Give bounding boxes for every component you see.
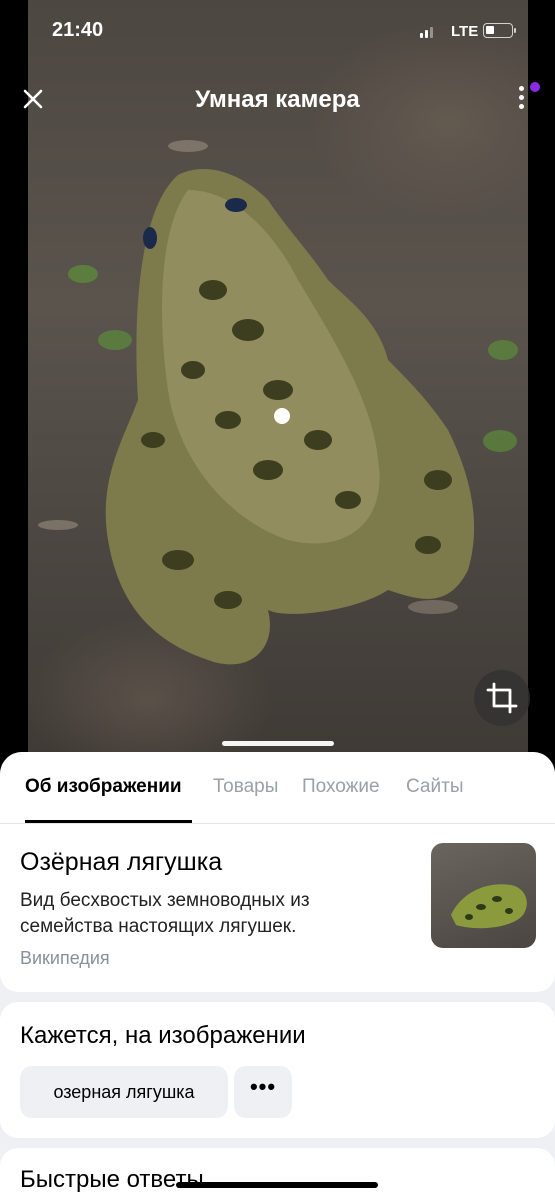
sheet-drag-handle[interactable] <box>222 741 334 746</box>
more-vertical-icon[interactable] <box>514 86 528 116</box>
result-title[interactable]: Озёрная лягушка <box>20 848 222 877</box>
result-description: Вид бесхвостых земноводных из семейства … <box>20 890 310 937</box>
detected-chip[interactable]: озерная лягушка <box>20 1066 228 1118</box>
about-card: Об изображении Товары Похожие Сайты Озёр… <box>0 752 555 992</box>
signal-icon <box>420 26 436 38</box>
detected-chip-label: озерная лягушка <box>53 1082 195 1102</box>
network-label: LTE <box>451 23 479 40</box>
detected-objects-card: Кажется, на изображении озерная лягушка … <box>0 1002 555 1138</box>
page-title: Умная камера <box>195 86 360 113</box>
tab-sites[interactable]: Сайты <box>406 776 463 798</box>
tab-about[interactable]: Об изображении <box>25 776 182 798</box>
more-chips-button[interactable]: ••• <box>234 1066 292 1118</box>
tab-products[interactable]: Товары <box>213 776 278 798</box>
result-source-link[interactable]: Википедия <box>20 948 110 969</box>
status-bar: 21:40 LTE <box>0 0 555 60</box>
focus-point[interactable] <box>274 408 290 424</box>
battery-icon <box>483 23 516 38</box>
crop-button[interactable] <box>474 670 530 726</box>
notification-dot <box>530 82 540 92</box>
divider <box>0 823 555 824</box>
quick-answers-title: Быстрые ответы <box>20 1166 204 1193</box>
camera-photo[interactable] <box>28 0 528 760</box>
detected-title: Кажется, на изображении <box>20 1022 306 1049</box>
more-horizontal-icon: ••• <box>249 1074 277 1099</box>
result-thumbnail[interactable] <box>431 843 536 948</box>
tab-similar[interactable]: Похожие <box>302 776 380 798</box>
results-sheet: Об изображении Товары Похожие Сайты Озёр… <box>0 752 555 1200</box>
tab-bar: Об изображении Товары Похожие Сайты <box>0 776 555 824</box>
crop-icon <box>486 682 518 714</box>
home-indicator <box>176 1182 378 1188</box>
status-time: 21:40 <box>52 19 104 41</box>
quick-answers-card: Быстрые ответы <box>0 1148 555 1200</box>
